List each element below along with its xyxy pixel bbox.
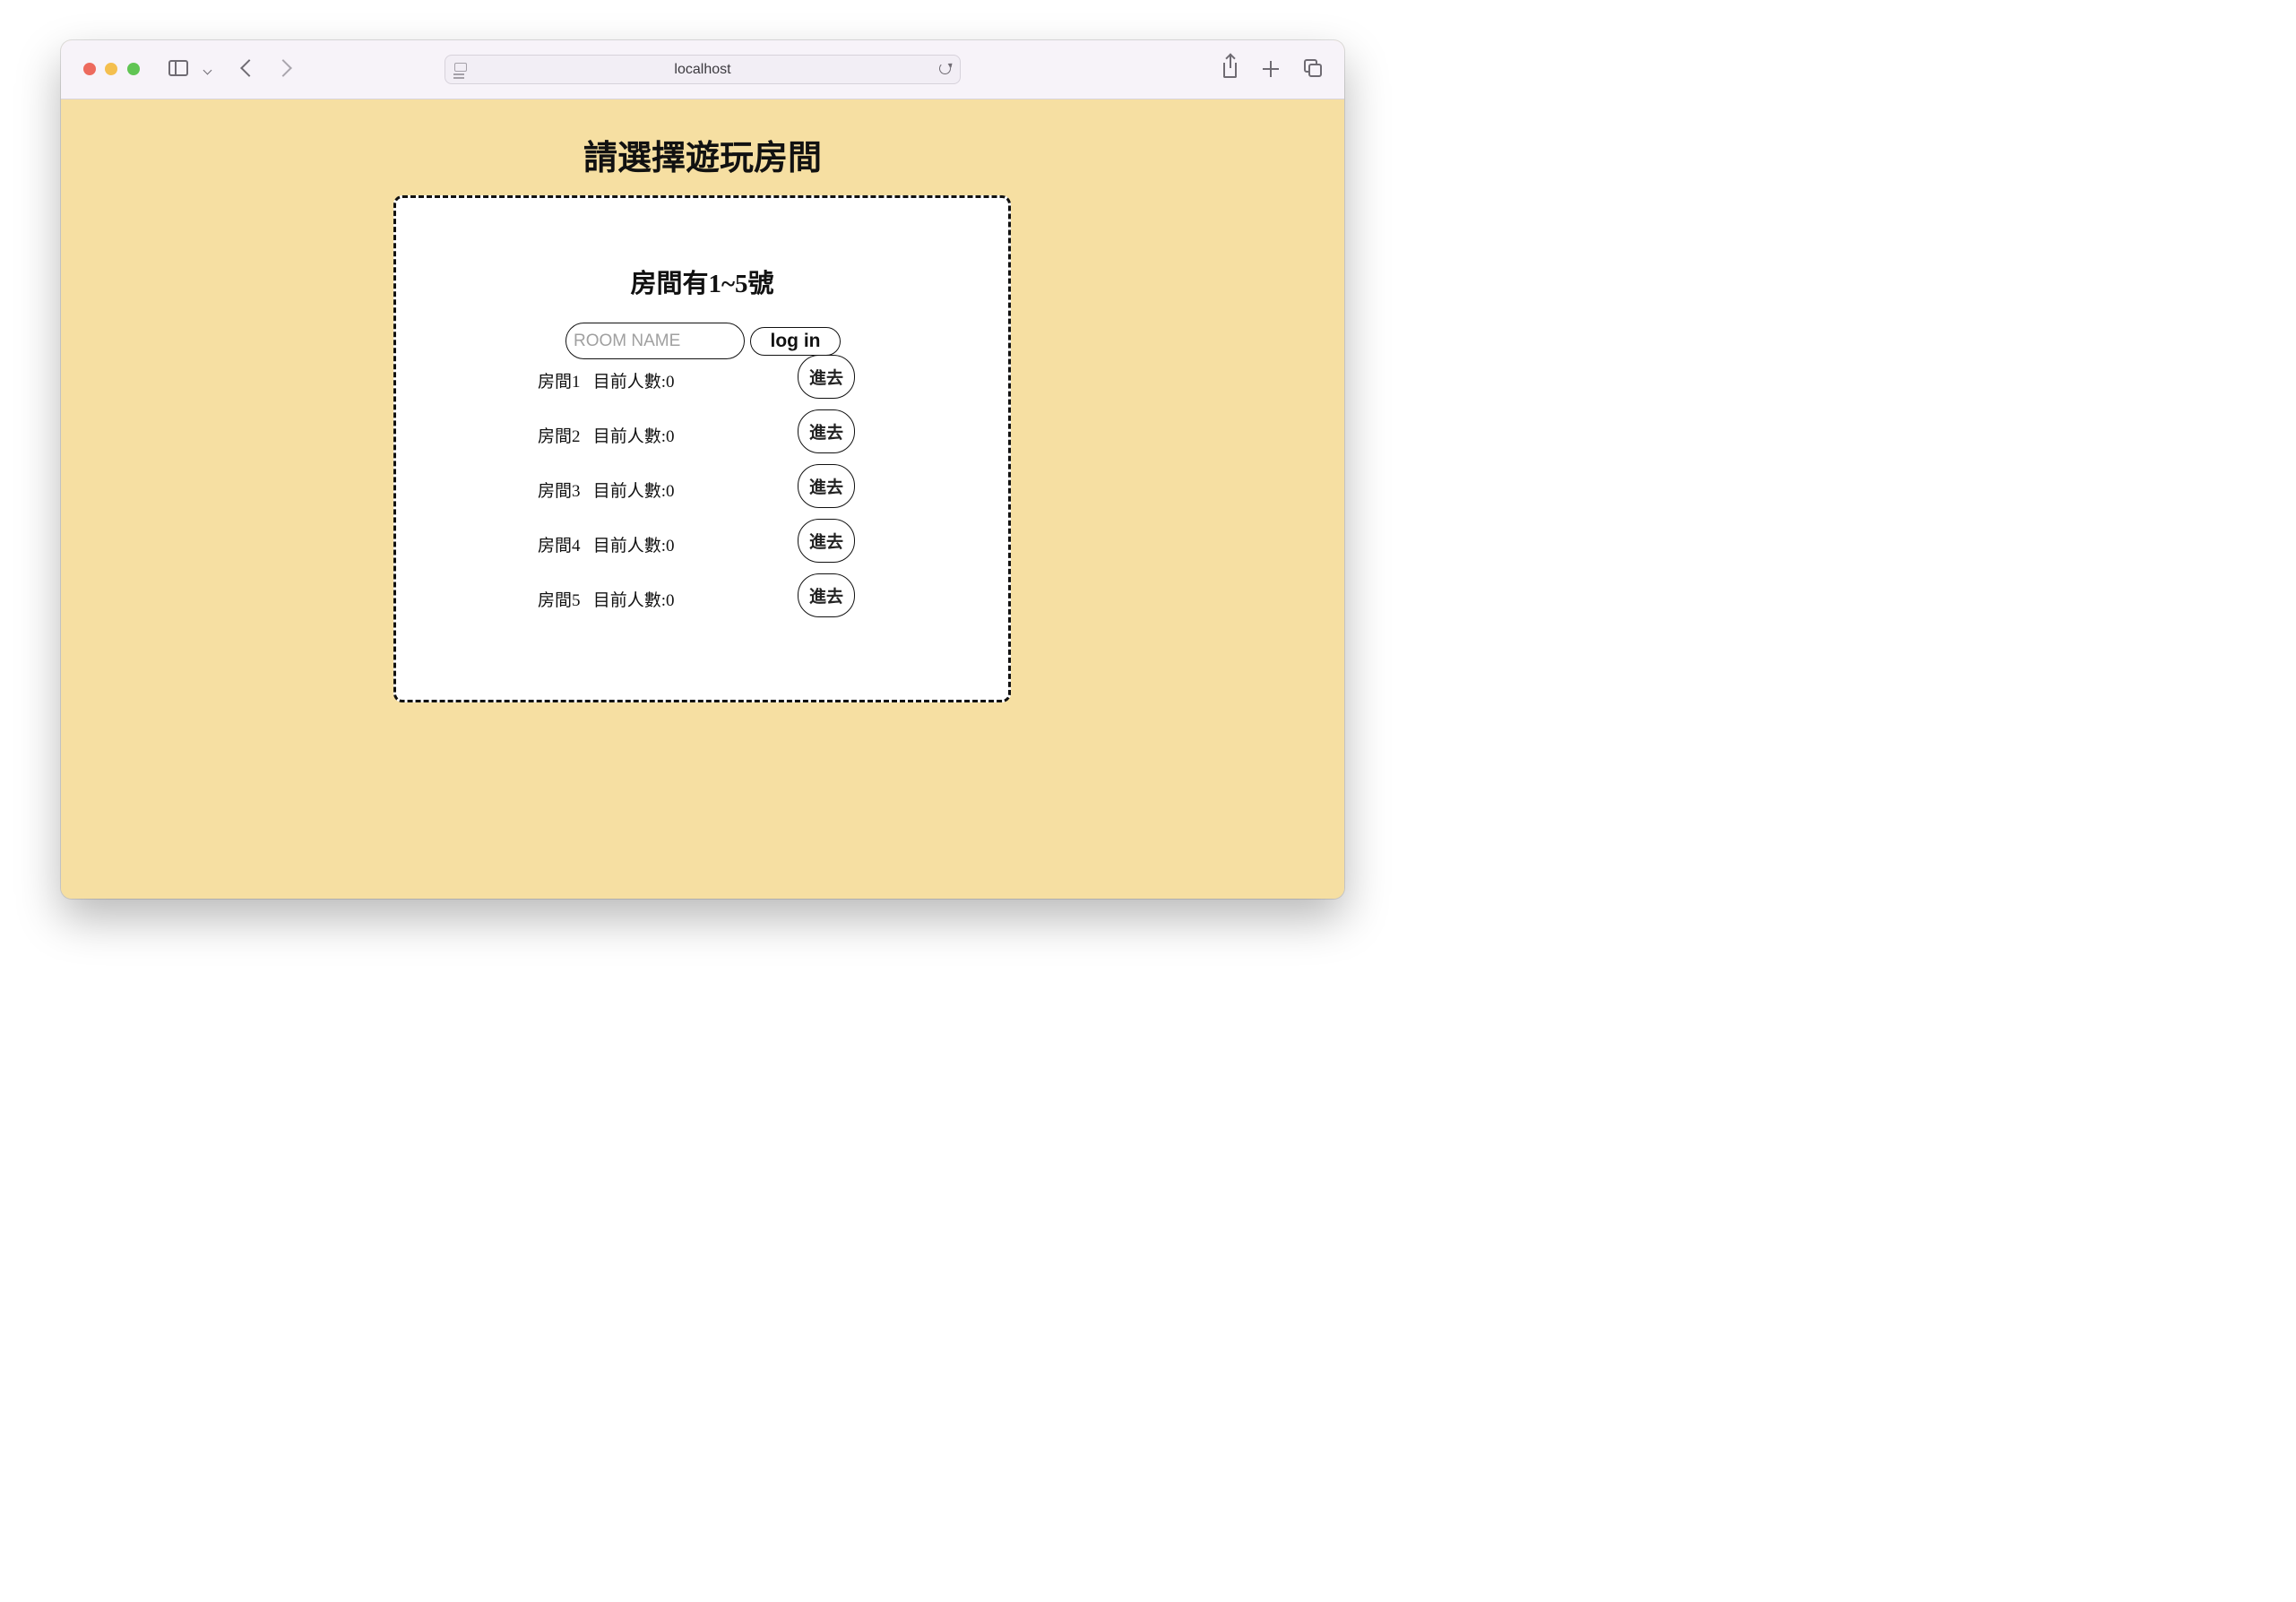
chevron-down-icon[interactable] xyxy=(203,65,212,75)
room-row: 房間1 目前人數:0 進去 xyxy=(538,355,860,413)
close-window-button[interactable] xyxy=(83,63,96,75)
enter-room-button[interactable]: 進去 xyxy=(798,573,855,617)
room-label: 房間3 目前人數:0 xyxy=(538,482,675,501)
room-row: 房間2 目前人數:0 進去 xyxy=(538,409,860,468)
sidebar-icon[interactable] xyxy=(168,60,188,76)
room-row: 房間4 目前人數:0 進去 xyxy=(538,519,860,577)
forward-icon[interactable] xyxy=(274,59,292,77)
enter-room-button[interactable]: 進去 xyxy=(798,519,855,563)
enter-room-button[interactable]: 進去 xyxy=(798,464,855,508)
room-name-input[interactable] xyxy=(565,323,745,359)
login-button[interactable]: log in xyxy=(750,327,841,356)
page-content: 請選擇遊玩房間 房間有1~5號 log in 房間1 目前人數:0 進去 房間2… xyxy=(61,99,1344,899)
page-title: 請選擇遊玩房間 xyxy=(583,140,822,177)
room-row: 房間5 目前人數:0 進去 xyxy=(538,573,860,632)
address-bar[interactable]: localhost xyxy=(445,55,961,84)
back-icon[interactable] xyxy=(240,59,258,77)
room-label: 房間2 目前人數:0 xyxy=(538,427,675,446)
address-text[interactable]: localhost xyxy=(445,62,960,78)
new-tab-icon[interactable] xyxy=(1263,61,1279,77)
enter-room-button[interactable]: 進去 xyxy=(798,409,855,453)
enter-room-button[interactable]: 進去 xyxy=(798,355,855,399)
room-row: 房間3 目前人數:0 進去 xyxy=(538,464,860,522)
reload-icon[interactable] xyxy=(939,63,951,74)
minimize-window-button[interactable] xyxy=(105,63,117,75)
card-heading: 房間有1~5號 xyxy=(630,270,774,298)
share-icon[interactable] xyxy=(1223,55,1237,78)
browser-window: localhost 請選擇遊玩房間 房間有1~5號 log in 房間1 目前人… xyxy=(61,40,1344,899)
browser-toolbar: localhost xyxy=(61,40,1344,99)
room-label: 房間5 目前人數:0 xyxy=(538,591,675,610)
room-card: 房間有1~5號 log in 房間1 目前人數:0 進去 房間2 目前人數:0 … xyxy=(393,195,1011,702)
tab-overview-icon[interactable] xyxy=(1304,59,1322,77)
room-label: 房間4 目前人數:0 xyxy=(538,537,675,556)
zoom-window-button[interactable] xyxy=(127,63,140,75)
room-label: 房間1 目前人數:0 xyxy=(538,373,675,392)
